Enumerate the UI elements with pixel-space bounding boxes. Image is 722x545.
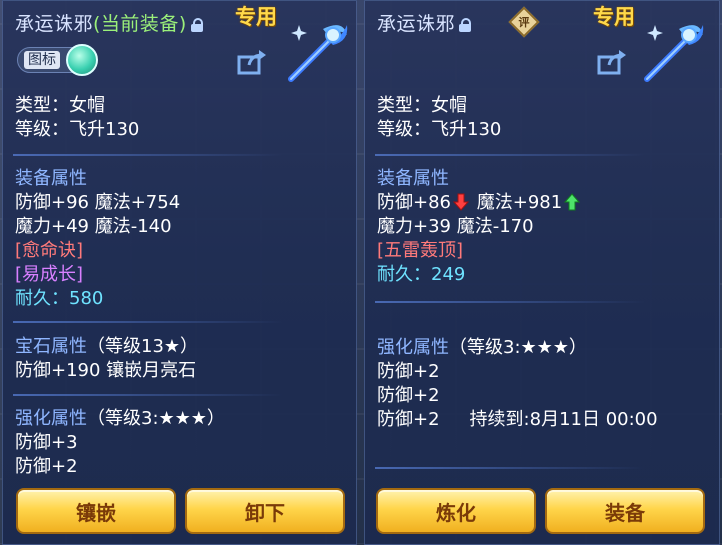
icon-toggle-label: 图标	[24, 51, 60, 69]
enhance-attr-header: 强化属性（等级3:★★★）	[15, 408, 225, 430]
enhance-level: （等级3:★★★）	[449, 337, 587, 358]
enhance-line-1: 防御+2	[377, 361, 440, 382]
special-skill-1: [五雷轰顶]	[377, 240, 464, 261]
rating-badge[interactable]: 评	[508, 6, 540, 38]
item-type: 类型：女帽	[377, 95, 467, 116]
durability-label: 耐久：	[15, 288, 69, 309]
attr-line-2: 魔力+39 魔法-170	[377, 216, 534, 237]
item-level: 等级：飞升130	[377, 119, 502, 140]
equip-attr-header: 装备属性	[15, 168, 87, 189]
current-equipped-tag: (当前装备)	[93, 13, 187, 35]
attr-magic: 魔法+981	[476, 192, 563, 213]
enhance-header-label: 强化属性	[377, 337, 449, 358]
gem-attr-line: 防御+190 镶嵌月亮石	[15, 360, 197, 381]
equip-button[interactable]: 装备	[545, 488, 705, 534]
exclusive-label: 专用	[593, 5, 635, 29]
durability: 耐久：249	[377, 264, 465, 286]
item-level: 等级：飞升130	[15, 119, 140, 140]
share-icon[interactable]	[237, 49, 267, 75]
unequip-button[interactable]: 卸下	[185, 488, 345, 534]
durability-label: 耐久：	[377, 264, 431, 285]
toggle-knob	[66, 44, 98, 76]
enhance-line-2: 防御+2	[377, 385, 440, 406]
enhance-line-3: 防御+2 持续到:8月11日 00:00	[377, 409, 658, 431]
enhance-header-label: 强化属性	[15, 408, 87, 429]
divider	[375, 467, 645, 469]
staff-item-icon	[288, 25, 348, 82]
enhance-duration: 持续到:8月11日 00:00	[469, 409, 658, 430]
special-skill-1: [愈命诀]	[15, 240, 84, 261]
rating-badge-label: 评	[518, 16, 530, 29]
inlay-button[interactable]: 镶嵌	[16, 488, 176, 534]
divider	[13, 394, 283, 396]
item-type: 类型：女帽	[15, 95, 105, 116]
item-name: 承运诛邪	[377, 13, 456, 35]
enhance-level: （等级3:★★★）	[87, 408, 225, 429]
divider	[13, 154, 283, 156]
compare-item-tooltip: 承运诛邪 评 专用 类型：女帽 等级：飞升130 装备属性 防御+86 魔法+9…	[364, 0, 720, 545]
item-title: 承运诛邪(当前装备)	[15, 9, 203, 36]
special-skill-2: [易成长]	[15, 264, 84, 285]
share-icon[interactable]	[597, 49, 627, 75]
arrow-up-icon	[564, 193, 581, 211]
current-item-tooltip: 承运诛邪(当前装备) 专用 图标 类型：女帽 等级：飞升130 装备属性 防御+…	[2, 0, 357, 545]
enhance-line-2: 防御+2	[15, 456, 78, 477]
durability-value: 249	[431, 264, 466, 285]
arrow-down-icon	[453, 193, 469, 211]
attr-line-1: 防御+86 魔法+981	[377, 192, 582, 214]
staff-item-icon	[644, 25, 704, 82]
exclusive-label: 专用	[235, 5, 277, 29]
divider	[375, 301, 645, 303]
refine-button[interactable]: 炼化	[376, 488, 536, 534]
equip-attr-header: 装备属性	[377, 168, 449, 189]
icon-toggle[interactable]: 图标	[17, 44, 98, 76]
attr-line-2: 魔力+49 魔法-140	[15, 216, 172, 237]
durability-value: 580	[69, 288, 104, 309]
enhance-attr-header: 强化属性（等级3:★★★）	[377, 337, 587, 359]
durability: 耐久：580	[15, 288, 103, 310]
attr-line-1: 防御+96 魔法+754	[15, 192, 181, 213]
gem-level: （等级13★）	[87, 336, 199, 357]
divider	[375, 154, 645, 156]
divider	[13, 321, 283, 323]
attr-defense: 防御+86	[377, 192, 451, 213]
gem-header-label: 宝石属性	[15, 336, 87, 357]
enhance-line-1: 防御+3	[15, 432, 78, 453]
lock-icon	[190, 17, 203, 32]
enhance-line-3-value: 防御+2	[377, 409, 440, 430]
item-name: 承运诛邪	[15, 13, 94, 35]
gem-attr-header: 宝石属性（等级13★）	[15, 336, 198, 358]
item-title: 承运诛邪	[377, 9, 472, 36]
lock-icon	[459, 17, 472, 32]
